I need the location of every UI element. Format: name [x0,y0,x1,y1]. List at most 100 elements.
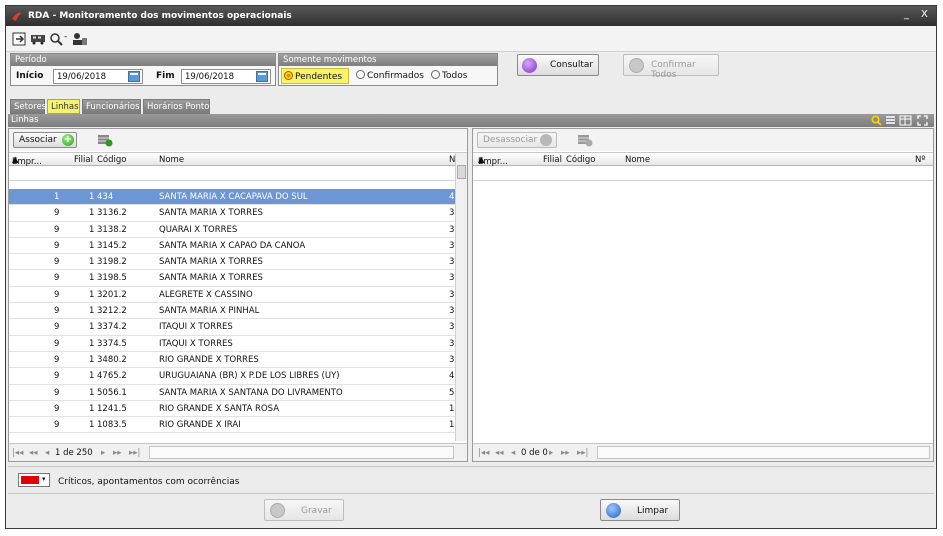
window-title: RDA - Monitoramento dos movimentos opera… [28,11,292,21]
col-filial[interactable]: Filial [543,155,562,165]
periodo-group: Período Início 19/06/2018 Fim 19/06/2018 [10,53,276,86]
user-icon[interactable] [72,32,88,46]
limpar-button[interactable]: Limpar [600,499,680,521]
clear-icon [606,503,621,518]
col-codigo[interactable]: Código [97,155,127,165]
left-horizontal-scrollbar[interactable] [149,446,454,459]
col-empresa[interactable]: Empr... ▲ [478,155,508,167]
table-row[interactable]: 9 1 3136.2 SANTA MARIA X TORRES 3 [9,205,455,222]
table-row[interactable]: 9 1 3198.2 SANTA MARIA X TORRES 3 [9,254,455,271]
consultar-button[interactable]: Consultar [517,54,599,76]
next-page-icon[interactable]: ▸ [549,448,553,458]
calendar-icon[interactable] [128,71,140,82]
color-picker[interactable]: ▾ [18,473,50,487]
movimentos-group: Somente movimentos Pendentes Confirmados… [278,53,498,86]
minimize-button[interactable]: _ [904,9,909,20]
inicio-label: Início [16,71,44,81]
right-horizontal-scrollbar[interactable] [597,446,930,459]
last-page-icon[interactable]: ▸▸| [129,448,140,458]
cell-n: 5 [449,387,455,398]
left-grid-rows: 1 1 434 SANTA MARIA X CACAPAVA DO SUL 4 9 1 313… [9,189,455,434]
filter-row[interactable] [473,167,933,181]
next-page-icon[interactable]: ▸ [101,448,105,458]
table-row[interactable]: 9 1 3145.2 SANTA MARIA X CAPAO DA CANOA 3 [9,238,455,255]
list-icon[interactable] [885,115,896,126]
gravar-button[interactable]: Gravar [264,499,344,521]
fim-date-input[interactable]: 19/06/2018 [181,69,271,84]
search-icon[interactable] [871,115,882,126]
confirmar-todos-button[interactable]: Confirmar Todos [623,54,719,80]
dropdown-arrow-icon[interactable]: - [64,32,67,42]
cell-nome: URUGUAIANA (BR) X P.DE LOS LIBRES (UY) [159,371,340,382]
table-row[interactable]: 9 1 4765.2 URUGUAIANA (BR) X P.DE LOS LIBRE… [9,368,455,385]
col-codigo[interactable]: Código [566,155,596,165]
section-bar: Linhas [8,114,934,127]
close-button[interactable]: X [921,9,928,20]
next-page-group-icon[interactable]: ▸▸ [113,448,122,458]
add-grid-icon[interactable] [97,133,113,147]
prev-page-icon[interactable]: ◂ [511,448,515,458]
tab-funcionarios[interactable]: Funcionários [82,99,141,114]
tab-horarios-ponto[interactable]: Horários Ponto [143,99,210,114]
col-nome[interactable]: Nome [159,155,184,165]
chevron-down-icon[interactable]: ▾ [42,475,46,483]
col-nome[interactable]: Nome [625,155,650,165]
columns-icon[interactable] [899,115,912,126]
col-empresa[interactable]: Empr... ▲ [12,155,42,167]
radio-pendentes[interactable]: Pendentes [281,68,349,84]
cell-nome: ALEGRETE X CASSINO [159,289,253,300]
table-row[interactable]: 9 1 1083.5 RIO GRANDE X IRAI 1 [9,417,455,434]
remove-grid-icon[interactable] [577,133,593,147]
table-row[interactable]: 9 1 3374.2 ITAQUI X TORRES 3 [9,319,455,336]
filter-row[interactable] [9,167,467,181]
minus-icon [540,134,552,146]
fim-label: Fim [156,71,175,81]
bus-icon[interactable] [30,32,46,46]
cell-codigo: 3201.2 [97,289,127,300]
first-page-icon[interactable]: |◂◂ [478,448,489,458]
table-row[interactable]: 9 1 3201.2 ALEGRETE X CASSINO 3 [9,287,455,304]
table-row[interactable]: 9 1 3480.2 RIO GRANDE X TORRES 3 [9,352,455,369]
prev-page-group-icon[interactable]: ◂◂ [29,448,38,458]
table-row[interactable]: 9 1 5056.1 SANTA MARIA X SANTANA DO LIVRAME… [9,385,455,401]
search-icon[interactable] [49,32,63,46]
left-grid-header: Empr... ▲ Filial Código Nome N [9,152,467,167]
tab-linhas[interactable]: Linhas [47,99,80,114]
left-vertical-scrollbar[interactable] [455,153,467,441]
cell-empresa: 9 [54,338,60,349]
table-row[interactable]: 9 1 3138.2 QUARAI X TORRES 3 [9,222,455,238]
cell-n: 3 [449,240,455,251]
desassociar-button[interactable]: Desassociar [477,132,557,148]
scroll-thumb[interactable] [457,165,466,179]
table-row[interactable]: 9 1 3212.2 SANTA MARIA X PINHAL 3 [9,303,455,320]
prev-page-group-icon[interactable]: ◂◂ [495,448,504,458]
associar-button[interactable]: Associar + [13,132,77,148]
col-filial[interactable]: Filial [74,155,93,165]
cell-n: 3 [449,289,455,300]
prev-page-icon[interactable]: ◂ [45,448,49,458]
col-numero[interactable]: Nº [915,155,925,165]
plus-icon: + [62,134,74,146]
cell-n: 4 [449,371,455,382]
cell-filial: 1 [89,192,95,202]
expand-icon[interactable] [917,115,928,126]
first-page-icon[interactable]: |◂◂ [12,448,23,458]
inicio-date-input[interactable]: 19/06/2018 [53,69,143,84]
radio-todos[interactable]: Todos [429,68,467,84]
last-page-icon[interactable]: ▸▸| [577,448,588,458]
cell-filial: 1 [89,338,95,349]
tab-setores[interactable]: Setores [10,99,46,114]
next-page-group-icon[interactable]: ▸▸ [561,448,570,458]
table-row[interactable]: 9 1 1241.5 RIO GRANDE X SANTA ROSA 1 [9,401,455,418]
exit-icon[interactable] [12,32,26,46]
movimentos-title: Somente movimentos [279,54,497,66]
radio-confirmados[interactable]: Confirmados [354,68,424,84]
cell-nome: SANTA MARIA X TORRES [159,257,263,268]
calendar-icon[interactable] [256,71,268,82]
table-row[interactable]: 1 1 434 SANTA MARIA X CACAPAVA DO SUL 4 [9,189,455,206]
table-row[interactable]: 9 1 3198.5 SANTA MARIA X TORRES 3 [9,270,455,287]
table-row[interactable]: 9 1 3374.5 ITAQUI X TORRES 3 [9,336,455,352]
right-pager: |◂◂ ◂◂ ◂ 0 de 0 ▸ ▸▸ ▸▸| [473,443,933,461]
cell-codigo: 3136.2 [97,208,127,219]
cell-empresa: 9 [54,257,60,268]
